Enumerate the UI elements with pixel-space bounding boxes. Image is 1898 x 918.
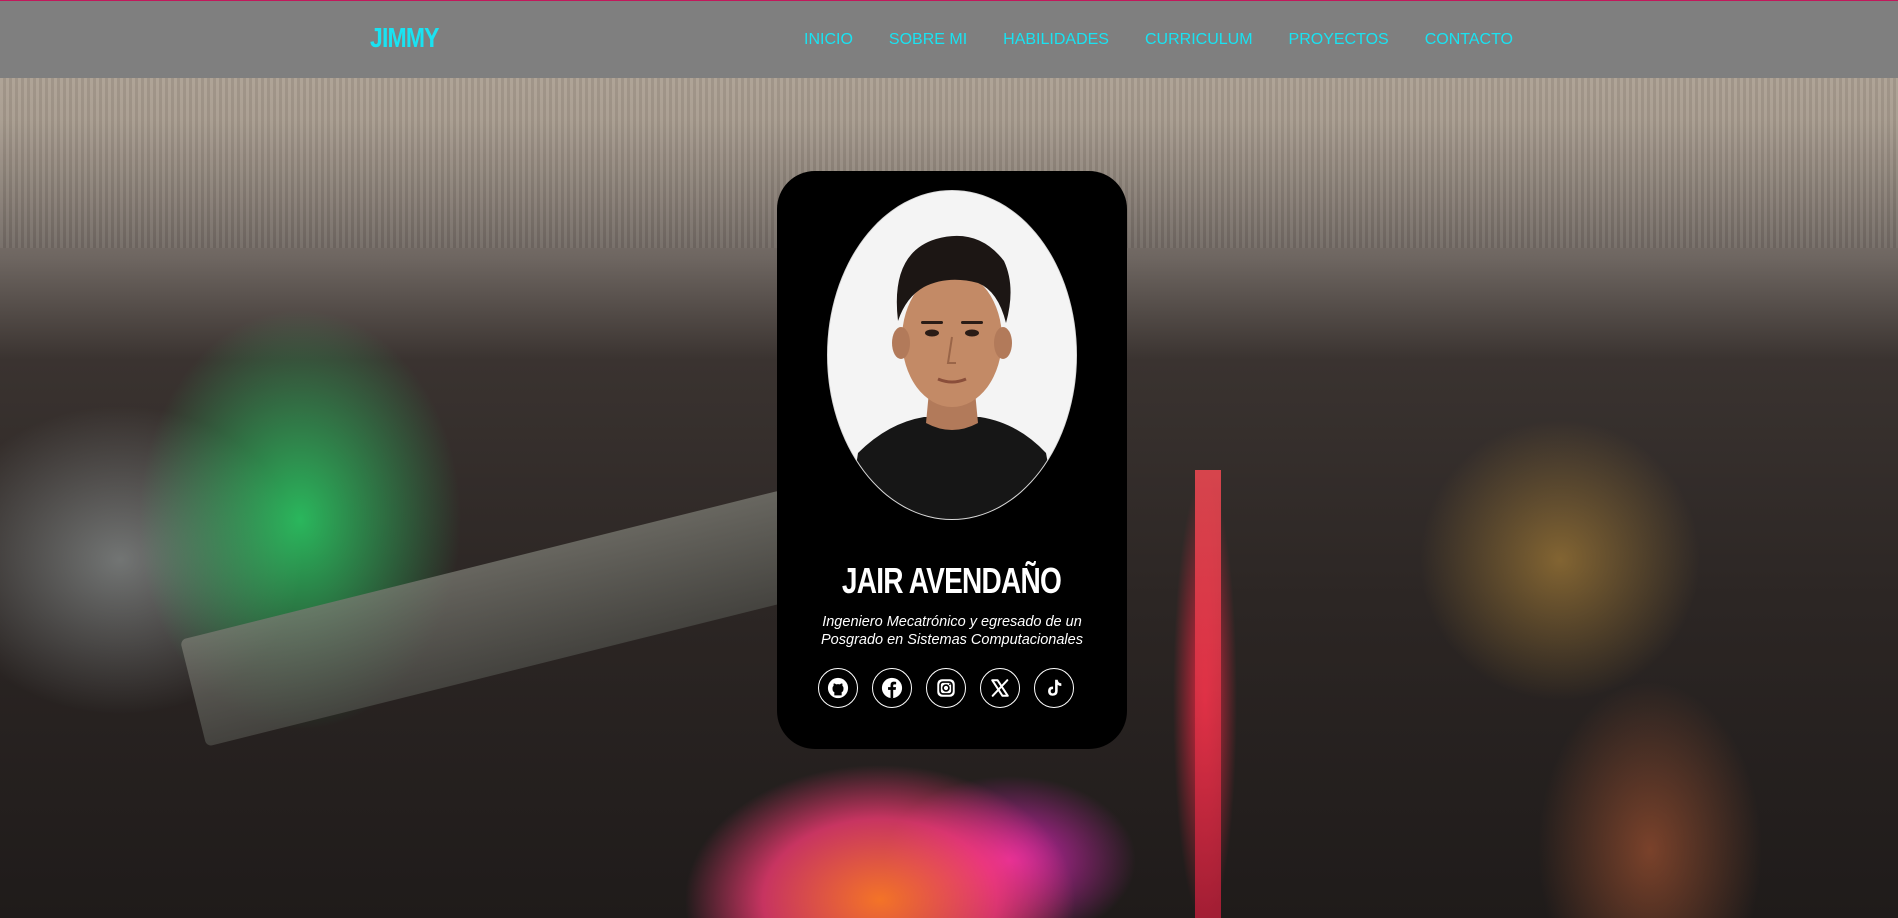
nav-link-contacto[interactable]: CONTACTO (1425, 29, 1513, 51)
nav-links: INICIO SOBRE MI HABILIDADES CURRICULUM P… (768, 29, 1513, 51)
profile-name: JAIR AVENDAÑO (777, 561, 1127, 601)
social-links (818, 668, 1074, 708)
nav-link-inicio[interactable]: INICIO (804, 29, 853, 51)
navbar: JIMMY INICIO SOBRE MI HABILIDADES CURRIC… (0, 0, 1898, 78)
background-ram-module (180, 490, 809, 747)
x-link[interactable] (980, 668, 1020, 708)
github-icon (827, 677, 849, 699)
brand-logo[interactable]: JIMMY (370, 21, 439, 55)
tiktok-link[interactable] (1034, 668, 1074, 708)
instagram-link[interactable] (926, 668, 966, 708)
tiktok-icon (1048, 679, 1062, 696)
profile-card: JAIR AVENDAÑO Ingeniero Mecatrónico y eg… (777, 171, 1127, 749)
page: JIMMY INICIO SOBRE MI HABILIDADES CURRIC… (0, 0, 1898, 918)
profile-bio: Ingeniero Mecatrónico y egresado de un P… (821, 614, 1083, 648)
facebook-icon (881, 677, 903, 699)
github-link[interactable] (818, 668, 858, 708)
background-red-light (1195, 470, 1221, 918)
profile-photo-illustration (828, 191, 1076, 519)
instagram-icon (937, 679, 955, 697)
x-icon (991, 679, 1009, 697)
profile-photo (827, 190, 1077, 520)
nav-link-sobre-mi[interactable]: SOBRE MI (889, 29, 967, 51)
facebook-link[interactable] (872, 668, 912, 708)
profile-name-text: JAIR AVENDAÑO (842, 560, 1062, 601)
nav-link-proyectos[interactable]: PROYECTOS (1289, 29, 1389, 51)
nav-link-habilidades[interactable]: HABILIDADES (1003, 29, 1109, 51)
nav-link-curriculum[interactable]: CURRICULUM (1145, 29, 1253, 51)
